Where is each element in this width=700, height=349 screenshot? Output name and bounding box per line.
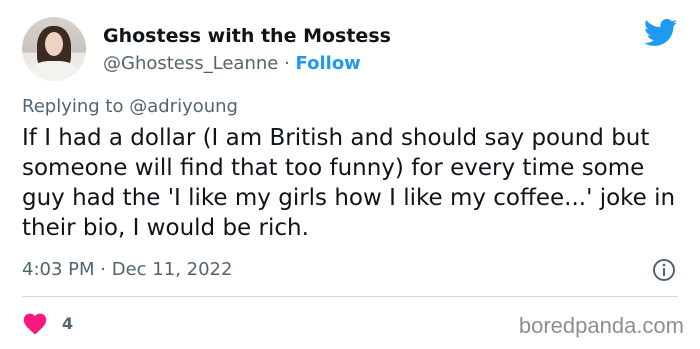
heart-icon[interactable] <box>22 311 48 335</box>
info-icon[interactable] <box>652 258 676 282</box>
meta-separator: · <box>100 259 106 280</box>
reply-mention-link[interactable]: @adriyoung <box>129 96 238 117</box>
watermark: boredpanda.com <box>518 313 684 338</box>
tweet-text: If I had a dollar (I am British and shou… <box>22 125 676 241</box>
author-info: Ghostess with the Mostess @Ghostess_Lean… <box>103 24 391 75</box>
tweet-time: 4:03 PM <box>22 259 95 280</box>
reply-context: Replying to @adriyoung <box>22 96 238 118</box>
follow-button[interactable]: Follow <box>296 53 361 74</box>
tweet-header: Ghostess with the Mostess @Ghostess_Lean… <box>22 17 678 81</box>
author-display-name[interactable]: Ghostess with the Mostess <box>103 24 391 48</box>
tweet-timestamp[interactable]: 4:03 PM · Dec 11, 2022 <box>22 259 232 281</box>
divider <box>22 296 678 297</box>
handle-separator: · <box>284 53 290 74</box>
like-count: 4 <box>62 313 74 333</box>
tweet-card: Ghostess with the Mostess @Ghostess_Lean… <box>0 0 700 349</box>
like-action[interactable]: 4 <box>22 311 73 335</box>
tweet-date: Dec 11, 2022 <box>111 259 233 280</box>
twitter-bird-icon[interactable] <box>644 19 678 47</box>
author-handle[interactable]: @Ghostess_Leanne <box>103 53 278 74</box>
author-handle-row: @Ghostess_Leanne · Follow <box>103 53 391 75</box>
reply-prefix: Replying to <box>22 96 124 117</box>
avatar[interactable] <box>22 17 86 81</box>
